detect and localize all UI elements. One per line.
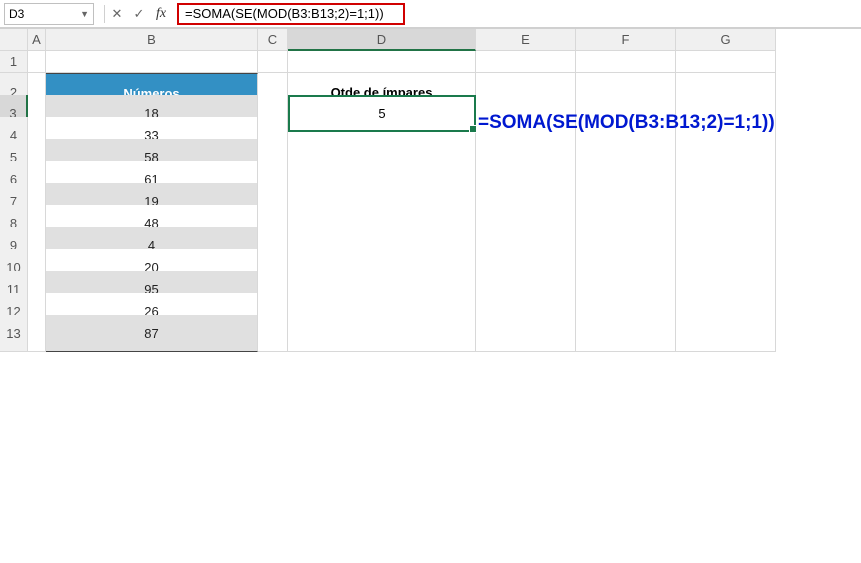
column-header-A[interactable]: A — [28, 29, 46, 51]
formula-annotation: =SOMA(SE(MOD(B3:B13;2)=1;1)) — [478, 112, 775, 134]
spreadsheet-grid[interactable]: ABCDEFG12NúmerosQtde de ímpares318543355… — [0, 28, 861, 337]
column-header-E[interactable]: E — [476, 29, 576, 51]
column-header-D[interactable]: D — [288, 29, 476, 51]
selected-cell[interactable]: 5 — [288, 95, 476, 132]
column-header-C[interactable]: C — [258, 29, 288, 51]
row-header-13[interactable]: 13 — [0, 315, 28, 352]
cell-E13[interactable] — [476, 315, 576, 352]
cell-G13[interactable] — [676, 315, 776, 352]
cell-E1[interactable] — [476, 51, 576, 73]
formula-bar: D3 ▼ ✕ ✓ fx =SOMA(SE(MOD(B3:B13;2)=1;1)) — [0, 0, 861, 28]
formula-input[interactable]: =SOMA(SE(MOD(B3:B13;2)=1;1)) — [177, 3, 405, 25]
cancel-icon[interactable]: ✕ — [107, 4, 127, 24]
cell-A1[interactable] — [28, 51, 46, 73]
row-header-1[interactable]: 1 — [0, 51, 28, 73]
cell-D1[interactable] — [288, 51, 476, 73]
cell-A13[interactable] — [28, 315, 46, 352]
chevron-down-icon: ▼ — [80, 9, 89, 19]
cell-D13[interactable] — [288, 315, 476, 352]
name-box[interactable]: D3 ▼ — [4, 3, 94, 25]
name-box-value: D3 — [9, 7, 24, 21]
divider — [104, 5, 105, 23]
cell-C1[interactable] — [258, 51, 288, 73]
fx-icon[interactable]: fx — [151, 4, 171, 24]
cell-G1[interactable] — [676, 51, 776, 73]
table-row[interactable]: 87 — [46, 315, 258, 352]
column-header-G[interactable]: G — [676, 29, 776, 51]
enter-icon[interactable]: ✓ — [129, 4, 149, 24]
formula-text: =SOMA(SE(MOD(B3:B13;2)=1;1)) — [185, 6, 384, 21]
select-all-corner[interactable] — [0, 29, 28, 51]
cell-C13[interactable] — [258, 315, 288, 352]
cell-B1[interactable] — [46, 51, 258, 73]
cell-F13[interactable] — [576, 315, 676, 352]
column-header-B[interactable]: B — [46, 29, 258, 51]
column-header-F[interactable]: F — [576, 29, 676, 51]
formula-bar-buttons: ✕ ✓ fx — [107, 4, 171, 24]
cell-F1[interactable] — [576, 51, 676, 73]
